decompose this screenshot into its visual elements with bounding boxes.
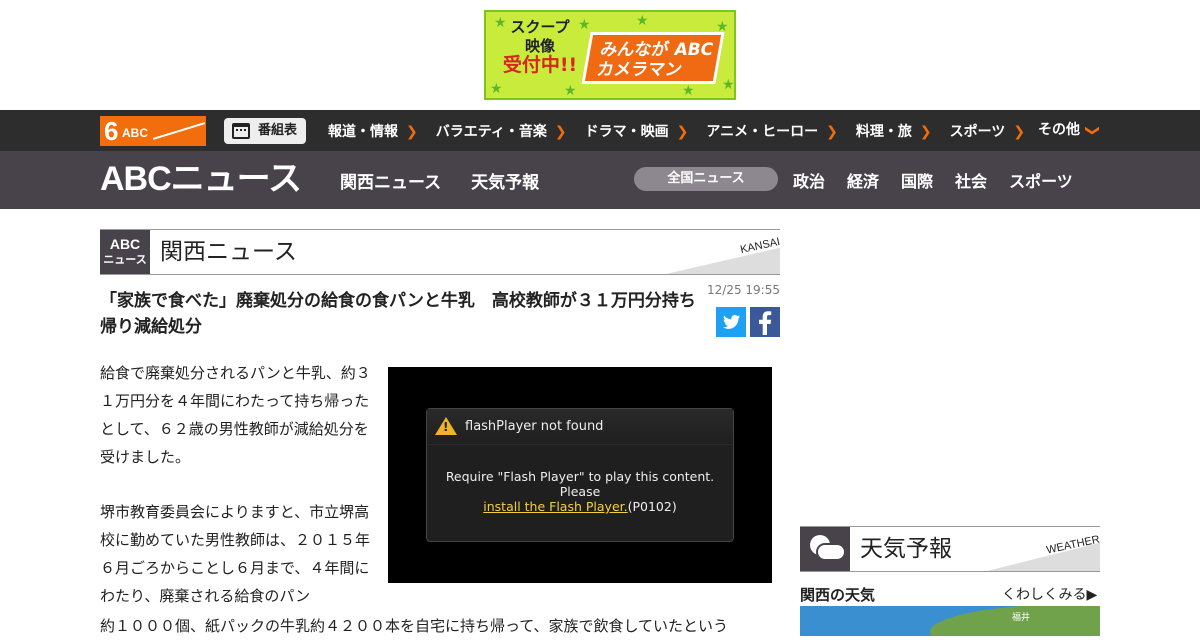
category-politics[interactable]: 政治 <box>793 168 825 192</box>
more-menu-button[interactable]: その他 ❯ <box>1038 110 1100 151</box>
logo-abc: ABC <box>122 126 148 140</box>
site-links: 関西ニュース 天気予報 <box>340 151 569 209</box>
video-player[interactable]: flashPlayer not found Require "Flash Pla… <box>388 367 772 583</box>
site-link-kansai-news[interactable]: 関西ニュース <box>340 168 441 193</box>
ad-caption: スクープ 映像 受付中!! <box>500 18 580 75</box>
flash-message-line: Please <box>559 484 601 499</box>
category-economy[interactable]: 経済 <box>847 168 879 192</box>
flash-error-dialog: flashPlayer not found Require "Flash Pla… <box>426 408 734 542</box>
chevron-right-icon: ❯ <box>406 123 418 140</box>
nav-link-sports[interactable]: スポーツ ❯ <box>950 121 1025 141</box>
flash-error-code: (P0102) <box>627 499 677 514</box>
nav-link-label: ドラマ・映画 <box>584 123 669 140</box>
article-title: 「家族で食べた」廃棄処分の給食の食パンと牛乳 高校教師が３１万円分持ち帰り減給処… <box>100 291 696 337</box>
section-header: ABC ニュース 関西ニュース KANSAI <box>100 229 780 275</box>
star-icon: ★ <box>490 81 503 97</box>
chevron-right-icon: ❯ <box>676 123 689 140</box>
article-paragraph-wide: 約１０００個、紙パックの牛乳約４２００本を自宅に持ち帰って、家族で飲食していたと… <box>100 617 729 635</box>
category-sports[interactable]: スポーツ <box>1009 168 1073 192</box>
flash-error-header: flashPlayer not found <box>427 409 733 445</box>
article-timestamp: 12/25 19:55 <box>707 283 780 297</box>
badge-top: ABC <box>109 236 141 252</box>
flash-error-title: flashPlayer not found <box>465 419 604 434</box>
national-news-tab[interactable]: 全国ニュース <box>634 167 778 191</box>
top-nav: 6 ABC 番組表 報道・情報 ❯ バラエティ・音楽 ❯ ドラマ・映画 ❯ アニメ・ヒ… <box>0 110 1200 151</box>
ad-logo-line: カメラマン <box>595 60 684 80</box>
star-icon: ★ <box>722 77 735 93</box>
weather-region: 関西の天気 <box>800 586 876 604</box>
article-paragraph: 堺市教育委員会によりますと、市立堺高校に勤めていた男性教師は、２０１５年６月ごろ… <box>100 503 371 605</box>
genre-links: 報道・情報 ❯ バラエティ・音楽 ❯ ドラマ・映画 ❯ アニメ・ヒーロー ❯ 料理・旅 ❯… <box>328 110 1043 151</box>
cloud-icon <box>818 545 844 559</box>
facebook-icon <box>759 311 772 335</box>
weather-header: 天気予報 WEATHER <box>800 526 1100 572</box>
category-international[interactable]: 国際 <box>901 168 933 192</box>
weather-more-link[interactable]: くわしくみる▶ <box>1002 584 1097 604</box>
facebook-share-button[interactable] <box>750 307 780 337</box>
ad-banner[interactable]: ★ ★ ★ ★ ★ ★ ★ ★ スクープ 映像 受付中!! みんなが ABC カ… <box>484 10 736 100</box>
calendar-icon <box>232 123 250 139</box>
nav-link-label: 料理・旅 <box>855 123 912 140</box>
map-city-label: 福井 <box>1012 613 1031 623</box>
category-society[interactable]: 社会 <box>955 168 987 192</box>
chevron-right-icon: ❯ <box>554 123 567 140</box>
abc-news-badge: ABC ニュース <box>100 230 150 274</box>
star-icon: ★ <box>636 13 649 29</box>
ad-logo-line: みんなが ABC <box>598 40 715 60</box>
flash-error-body: Require "Flash Player" to play this cont… <box>427 445 733 514</box>
ad-logo: みんなが ABC カメラマン <box>581 32 725 84</box>
chevron-right-icon: ❯ <box>1013 123 1026 140</box>
star-icon: ★ <box>682 83 695 99</box>
category-links: 政治 経済 国際 社会 スポーツ <box>793 151 1095 209</box>
nav-link-anime[interactable]: アニメ・ヒーロー ❯ <box>706 121 837 141</box>
logo-six: 6 <box>104 116 119 146</box>
section-title: 関西ニュース <box>160 239 297 265</box>
chevron-down-icon: ❯ <box>1084 124 1101 137</box>
badge-bottom: ニュース <box>103 254 147 266</box>
star-icon: ★ <box>564 83 577 99</box>
chevron-right-icon: ❯ <box>919 123 932 140</box>
abc6-logo[interactable]: 6 ABC <box>100 116 206 146</box>
site-link-weather[interactable]: 天気予報 <box>471 168 539 193</box>
flash-install-row: install the Flash Player.(P0102) <box>427 499 733 514</box>
weather-map[interactable]: 福井 <box>800 606 1100 636</box>
chevron-right-icon: ❯ <box>826 123 838 140</box>
nav-link-drama[interactable]: ドラマ・映画 ❯ <box>585 121 689 141</box>
abc-news-logo[interactable]: ABCニュース <box>100 159 302 199</box>
warning-icon <box>435 417 457 435</box>
nav-link-news[interactable]: 報道・情報 ❯ <box>328 121 418 141</box>
ad-line: 受付中!! <box>502 54 578 76</box>
weather-badge <box>800 527 850 571</box>
nav-link-variety[interactable]: バラエティ・音楽 ❯ <box>436 121 567 141</box>
program-guide-button[interactable]: 番組表 <box>224 118 306 144</box>
twitter-share-button[interactable] <box>716 307 746 337</box>
nav-link-label: バラエティ・音楽 <box>435 123 547 140</box>
logo-slash <box>152 122 206 140</box>
article-paragraph: 給食で廃棄処分されるパンと牛乳、約３１万円分を４年間にわたって持ち帰ったとして、… <box>100 364 371 466</box>
flash-message-line: Require "Flash Player" to play this cont… <box>445 469 715 484</box>
nav-link-label: スポーツ <box>949 123 1006 140</box>
nav-link-label: アニメ・ヒーロー <box>706 123 819 140</box>
twitter-icon <box>723 315 740 329</box>
site-header: ABCニュース 関西ニュース 天気予報 全国ニュース 政治 経済 国際 社会 ス… <box>0 151 1200 209</box>
program-guide-label: 番組表 <box>258 123 298 138</box>
nav-link-cooking[interactable]: 料理・旅 ❯ <box>856 121 932 141</box>
ad-line: スクープ <box>510 18 570 36</box>
install-flash-link[interactable]: install the Flash Player. <box>483 499 627 514</box>
weather-title: 天気予報 <box>860 536 952 562</box>
nav-link-label: 報道・情報 <box>328 123 398 140</box>
